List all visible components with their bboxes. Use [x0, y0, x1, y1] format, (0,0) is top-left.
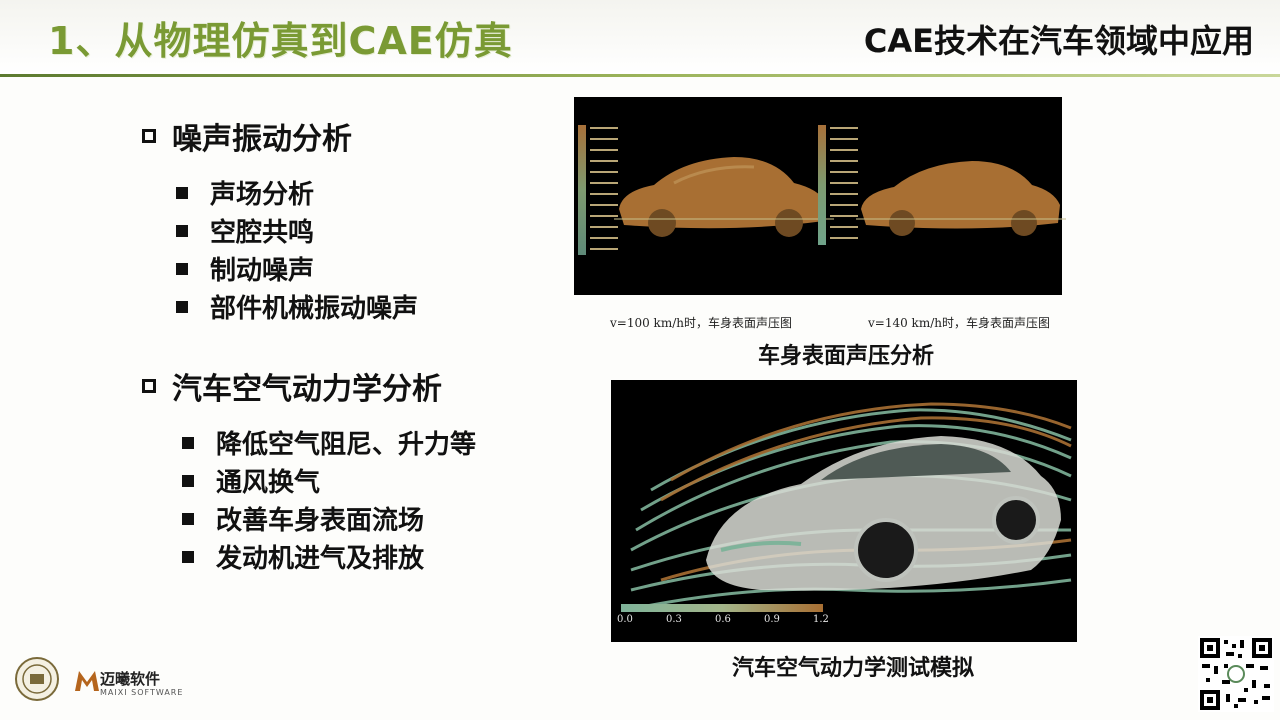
figure1-caption: 车身表面声压分析	[758, 344, 935, 369]
colorbar-tick: 0.6	[715, 614, 731, 625]
list-item-text: 降低空气阻尼、升力等	[216, 430, 477, 460]
university-seal-icon	[15, 657, 59, 701]
car-streamlines-render	[630, 402, 1072, 610]
list-item: 降低空气阻尼、升力等	[182, 424, 476, 461]
section-heading-text: 噪声振动分析	[172, 122, 352, 157]
list-item: 通风换气	[182, 462, 320, 499]
list-item-text: 通风换气	[216, 468, 321, 498]
hollow-square-bullet-icon	[142, 379, 156, 393]
list-item: 部件机械振动噪声	[176, 288, 418, 325]
list-item-text: 制动噪声	[210, 256, 315, 286]
slide-topic-title: CAE技术在汽车领域中应用	[863, 22, 1254, 60]
colorbar-right	[818, 125, 826, 245]
square-bullet-icon	[182, 474, 194, 487]
subcaption-100kmh: v=100 km/h时，车身表面声压图	[610, 316, 792, 330]
list-item: 发动机进气及排放	[182, 538, 424, 575]
square-bullet-icon	[176, 300, 188, 313]
section-heading-aero: 汽车空气动力学分析	[142, 364, 442, 408]
list-item: 制动噪声	[176, 250, 314, 287]
list-item: 空腔共鸣	[176, 212, 314, 249]
acoustic-pressure-figure	[574, 97, 1066, 295]
maixi-logo-icon	[75, 671, 99, 691]
brand-subtitle: MAIXI SOFTWARE	[100, 688, 184, 697]
velocity-colorbar	[621, 604, 823, 612]
car-pressure-map-right	[856, 161, 1066, 236]
qr-code-icon	[1198, 636, 1274, 712]
colorbar-left	[578, 125, 586, 255]
car-pressure-map-left	[614, 157, 834, 237]
slide-title: 1、从物理仿真到CAE仿真	[48, 19, 513, 63]
square-bullet-icon	[176, 262, 188, 275]
square-bullet-icon	[176, 224, 188, 237]
colorbar-tick: 1.2	[813, 614, 829, 625]
list-item-text: 声场分析	[210, 180, 315, 210]
header-divider	[0, 74, 1280, 77]
list-item-text: 发动机进气及排放	[216, 544, 425, 574]
section-heading-noise: 噪声振动分析	[142, 114, 352, 158]
list-item-text: 部件机械振动噪声	[210, 294, 419, 324]
figure2-caption: 汽车空气动力学测试模拟	[732, 656, 975, 681]
section-heading-text: 汽车空气动力学分析	[172, 372, 442, 407]
colorbar-tick: 0.0	[617, 614, 633, 625]
subcaption-140kmh: v=140 km/h时，车身表面声压图	[868, 316, 1050, 330]
list-item: 声场分析	[176, 174, 314, 211]
list-item: 改善车身表面流场	[182, 500, 424, 537]
list-item-text: 改善车身表面流场	[216, 506, 425, 536]
square-bullet-icon	[182, 436, 194, 449]
colorbar-tick: 0.9	[764, 614, 780, 625]
hollow-square-bullet-icon	[142, 129, 156, 143]
square-bullet-icon	[182, 550, 194, 563]
colorbar-tick: 0.3	[666, 614, 682, 625]
list-item-text: 空腔共鸣	[210, 218, 315, 248]
legend-lines-right	[830, 127, 858, 248]
brand-name: 迈曦软件	[100, 670, 161, 688]
square-bullet-icon	[182, 512, 194, 525]
aerodynamic-figure: 0.0 0.3 0.6 0.9 1.2	[611, 380, 1077, 642]
square-bullet-icon	[176, 186, 188, 199]
